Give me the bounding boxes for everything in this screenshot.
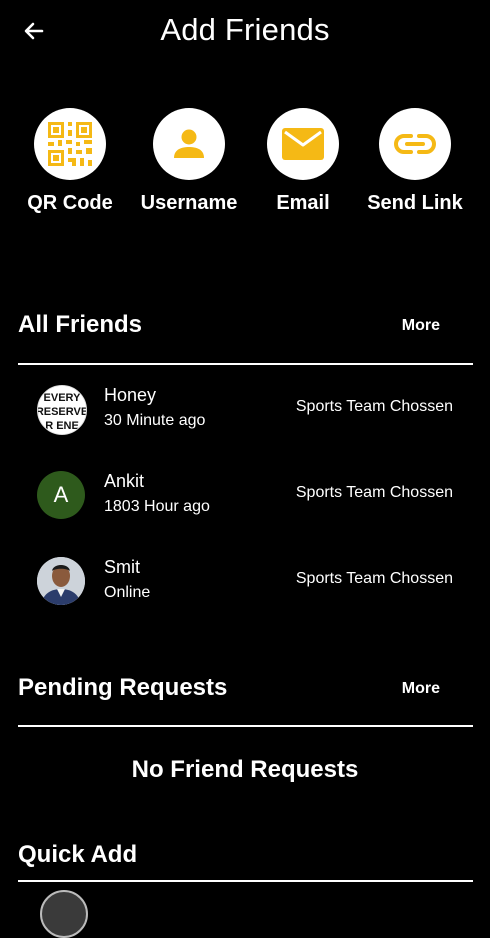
friend-name: Ankit: [104, 471, 145, 491]
mail-icon: [282, 128, 324, 160]
pending-requests-divider: [18, 725, 473, 727]
page-title: Add Friends: [160, 12, 330, 47]
friend-status: Sports Team Chossen: [295, 398, 453, 415]
qr-code-button[interactable]: QR Code: [15, 108, 125, 218]
qr-code-circle: [34, 108, 106, 180]
all-friends-divider: [18, 363, 473, 365]
avatar: [37, 557, 85, 605]
email-circle: [267, 108, 339, 180]
username-circle: [153, 108, 225, 180]
svg-text:R ENE: R ENE: [45, 420, 79, 432]
svg-text:EVERY: EVERY: [44, 392, 82, 404]
email-label: Email: [276, 192, 330, 214]
friend-name: Honey: [104, 385, 157, 405]
add-friend-actions: QR Code Username Email Send Link: [0, 108, 490, 218]
all-friends-title: All Friends: [18, 311, 143, 338]
friend-row-honey[interactable]: EVERY RESERVE R ENE Honey 30 Minute ago …: [0, 379, 490, 439]
friend-last-seen: 30 Minute ago: [104, 412, 206, 429]
quick-add-title: Quick Add: [18, 841, 138, 868]
avatar-initial: A: [53, 482, 69, 507]
qr-code-icon: [48, 122, 92, 166]
person-icon: [174, 129, 204, 158]
link-icon: [394, 134, 436, 154]
send-link-label: Send Link: [367, 192, 463, 214]
friend-name: Smit: [104, 557, 140, 577]
friend-last-seen: 1803 Hour ago: [104, 498, 210, 515]
app-header: Add Friends: [0, 0, 490, 64]
pending-requests-more-link[interactable]: More: [402, 680, 440, 698]
avatar: EVERY RESERVE R ENE: [37, 385, 87, 435]
avatar: A: [37, 471, 85, 519]
friend-row-smit[interactable]: Smit Online Sports Team Chossen: [0, 551, 490, 611]
send-link-button[interactable]: Send Link: [360, 108, 470, 218]
username-label: Username: [140, 192, 238, 214]
username-button[interactable]: Username: [134, 108, 244, 218]
no-friend-requests-text: No Friend Requests: [131, 756, 359, 783]
qr-code-label: QR Code: [27, 192, 113, 214]
avatar[interactable]: [40, 890, 88, 938]
friend-status: Sports Team Chossen: [295, 570, 453, 587]
avatar-image: EVERY RESERVE R ENE: [38, 386, 86, 434]
quick-add-divider: [18, 880, 473, 882]
friend-row-ankit[interactable]: A Ankit 1803 Hour ago Sports Team Chosse…: [0, 465, 490, 525]
friend-status: Sports Team Chossen: [295, 484, 453, 501]
email-button[interactable]: Email: [248, 108, 358, 218]
pending-requests-title: Pending Requests: [18, 674, 228, 701]
avatar-photo: [37, 557, 85, 605]
friend-last-seen: Online: [104, 584, 151, 601]
send-link-circle: [379, 108, 451, 180]
svg-text:RESERVE: RESERVE: [38, 406, 86, 418]
all-friends-more-link[interactable]: More: [402, 317, 440, 335]
